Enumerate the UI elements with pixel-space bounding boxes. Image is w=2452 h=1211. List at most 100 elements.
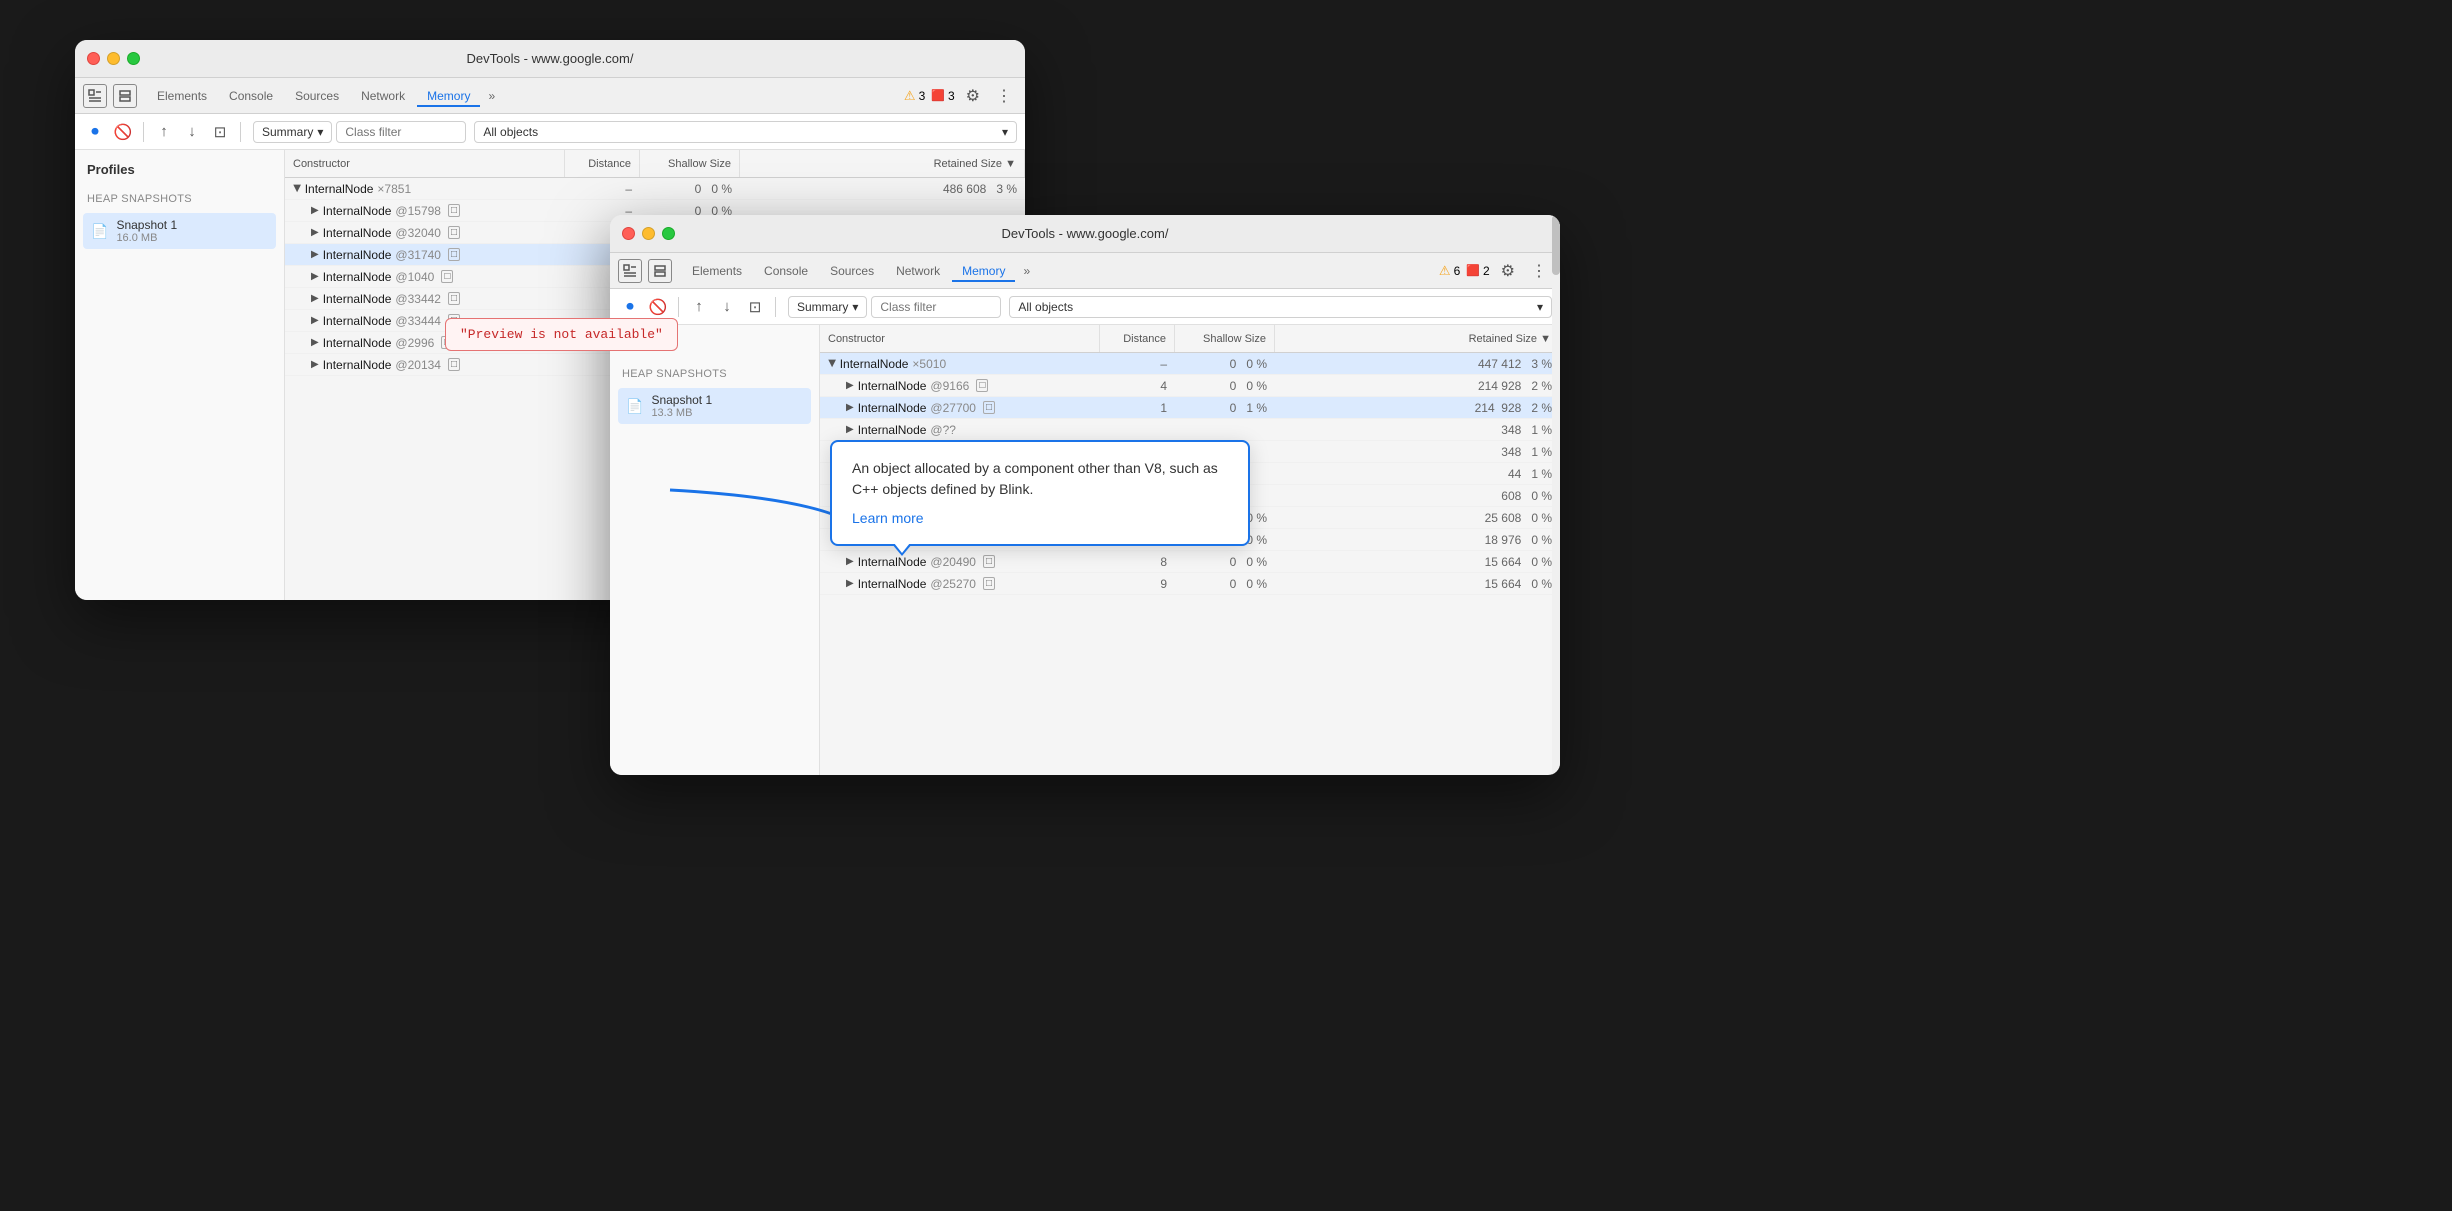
record-btn-1[interactable]: ⏺: [83, 120, 107, 144]
node-at: @20134: [395, 358, 441, 372]
all-objects-dropdown-2[interactable]: All objects ▾: [1009, 296, 1552, 318]
tab-memory-1[interactable]: Memory: [417, 85, 480, 107]
expand-arrow[interactable]: ▶: [311, 293, 319, 304]
clear-btn-1[interactable]: ⊡: [208, 120, 232, 144]
summary-label-2: Summary: [797, 300, 848, 314]
th-distance-1: Distance: [565, 150, 640, 177]
minimize-button-2[interactable]: [642, 227, 655, 240]
tab-console-2[interactable]: Console: [754, 260, 818, 282]
window-icon: □: [983, 401, 995, 414]
summary-dropdown-2[interactable]: Summary ▾: [788, 296, 867, 318]
tab-warnings-2: ⚠ 6 🟥 2 ⚙ ⋮: [1439, 261, 1552, 281]
table-row[interactable]: ▶ InternalNode @25270 □ 9 0 0 % 15 664 0…: [820, 573, 1560, 595]
separator-3: [678, 297, 679, 317]
snapshot-info-1: Snapshot 1 16.0 MB: [116, 218, 177, 244]
tab-network-2[interactable]: Network: [886, 260, 950, 282]
expand-arrow[interactable]: ▶: [311, 249, 319, 260]
td-constructor: ▶ InternalNode @15798 □: [285, 200, 565, 221]
td-shallow: 0 0 %: [640, 178, 740, 199]
stop-btn-1[interactable]: 🚫: [111, 120, 135, 144]
warning-triangle-2: ⚠: [1439, 263, 1451, 279]
scroll-thumb-2[interactable]: [1552, 215, 1560, 275]
expand-arrow[interactable]: ▶: [311, 227, 319, 238]
class-filter-input-1[interactable]: [336, 121, 466, 143]
expand-arrow[interactable]: ▶: [846, 424, 854, 435]
layers-icon-2[interactable]: [648, 259, 672, 283]
expand-arrow[interactable]: ▶: [846, 578, 854, 589]
tab-memory-2[interactable]: Memory: [952, 260, 1015, 282]
table-row[interactable]: ▶ InternalNode ×7851 – 0 0 % 486 608 3 %: [285, 178, 1025, 200]
td-distance: 8: [1100, 551, 1175, 572]
snapshot-item-2[interactable]: 📄 Snapshot 1 13.3 MB: [618, 388, 811, 424]
table-body-2: ▶ InternalNode ×5010 – 0 0 % 447 412 3 %…: [820, 353, 1560, 775]
tab-sources-1[interactable]: Sources: [285, 85, 349, 107]
node-name: InternalNode: [858, 379, 927, 393]
info-tooltip-2: An object allocated by a component other…: [830, 440, 1250, 546]
profiles-title-1: Profiles: [83, 162, 276, 177]
learn-more-link-2[interactable]: Learn more: [852, 510, 924, 526]
node-name: InternalNode: [840, 357, 909, 371]
td-retained: 486 608 3 %: [740, 178, 1025, 199]
more-options-icon-1[interactable]: ⋮: [991, 86, 1017, 106]
tab-network-1[interactable]: Network: [351, 85, 415, 107]
table-row[interactable]: ▶ InternalNode @9166 □ 4 0 0 % 214 928 2…: [820, 375, 1560, 397]
node-at: @33442: [395, 292, 441, 306]
more-options-icon-2[interactable]: ⋮: [1526, 261, 1552, 281]
layers-icon-1[interactable]: [113, 84, 137, 108]
tab-console-1[interactable]: Console: [219, 85, 283, 107]
heap-label-2: HEAP SNAPSHOTS: [618, 364, 811, 384]
table-header-1: Constructor Distance Shallow Size Retain…: [285, 150, 1025, 178]
warning-count-1: 3: [919, 89, 926, 103]
close-button-1[interactable]: [87, 52, 100, 65]
tab-elements-2[interactable]: Elements: [682, 260, 752, 282]
expand-arrow[interactable]: ▶: [846, 380, 854, 391]
clear-btn-2[interactable]: ⊡: [743, 295, 767, 319]
settings-icon-1[interactable]: ⚙: [961, 86, 985, 106]
table-row[interactable]: ▶ InternalNode @27700 □ 1 0 1 % 214 928 …: [820, 397, 1560, 419]
summary-dropdown-1[interactable]: Summary ▾: [253, 121, 332, 143]
tab-sources-2[interactable]: Sources: [820, 260, 884, 282]
all-objects-dropdown-1[interactable]: All objects ▾: [474, 121, 1017, 143]
all-objects-label-2: All objects: [1018, 300, 1073, 314]
upload-btn-2[interactable]: ↑: [687, 295, 711, 319]
tab-more-2[interactable]: »: [1017, 260, 1036, 282]
download-btn-2[interactable]: ↓: [715, 295, 739, 319]
table-row[interactable]: ▶ InternalNode @20490 □ 8 0 0 % 15 664 0…: [820, 551, 1560, 573]
maximize-button-2[interactable]: [662, 227, 675, 240]
scrollbar-2[interactable]: [1552, 215, 1560, 775]
record-btn-2[interactable]: ⏺: [618, 295, 642, 319]
maximize-button-1[interactable]: [127, 52, 140, 65]
minimize-button-1[interactable]: [107, 52, 120, 65]
table-row[interactable]: ▶ InternalNode ×5010 – 0 0 % 447 412 3 %: [820, 353, 1560, 375]
table-row[interactable]: ▶ InternalNode @?? 348 1 %: [820, 419, 1560, 441]
expand-arrow[interactable]: ▶: [311, 337, 319, 348]
expand-arrow[interactable]: ▶: [846, 556, 854, 567]
tab-more-1[interactable]: »: [482, 85, 501, 107]
expand-arrow[interactable]: ▶: [311, 359, 319, 370]
upload-btn-1[interactable]: ↑: [152, 120, 176, 144]
settings-icon-2[interactable]: ⚙: [1496, 261, 1520, 281]
class-filter-input-2[interactable]: [871, 296, 1001, 318]
expand-arrow[interactable]: ▶: [826, 360, 837, 368]
stop-btn-2[interactable]: 🚫: [646, 295, 670, 319]
td-constructor: ▶ InternalNode @31740 □: [285, 244, 565, 265]
expand-arrow[interactable]: ▶: [311, 315, 319, 326]
inspect-icon-1[interactable]: [83, 84, 107, 108]
download-btn-1[interactable]: ↓: [180, 120, 204, 144]
close-button-2[interactable]: [622, 227, 635, 240]
inspect-icon-2[interactable]: [618, 259, 642, 283]
node-name: InternalNode: [323, 358, 392, 372]
separator-4: [775, 297, 776, 317]
expand-arrow[interactable]: ▶: [311, 205, 319, 216]
expand-arrow[interactable]: ▶: [291, 185, 302, 193]
node-at: @25270: [930, 577, 976, 591]
td-shallow: 0 0 %: [1175, 551, 1275, 572]
expand-arrow[interactable]: ▶: [311, 271, 319, 282]
td-retained: 44 1 %: [1275, 463, 1560, 484]
expand-arrow[interactable]: ▶: [846, 402, 854, 413]
snapshot-item-1[interactable]: 📄 Snapshot 1 16.0 MB: [83, 213, 276, 249]
th-constructor-1: Constructor: [285, 150, 565, 177]
tab-elements-1[interactable]: Elements: [147, 85, 217, 107]
info-tooltip-text-2: An object allocated by a component other…: [852, 458, 1228, 500]
title-bar-1: DevTools - www.google.com/: [75, 40, 1025, 78]
